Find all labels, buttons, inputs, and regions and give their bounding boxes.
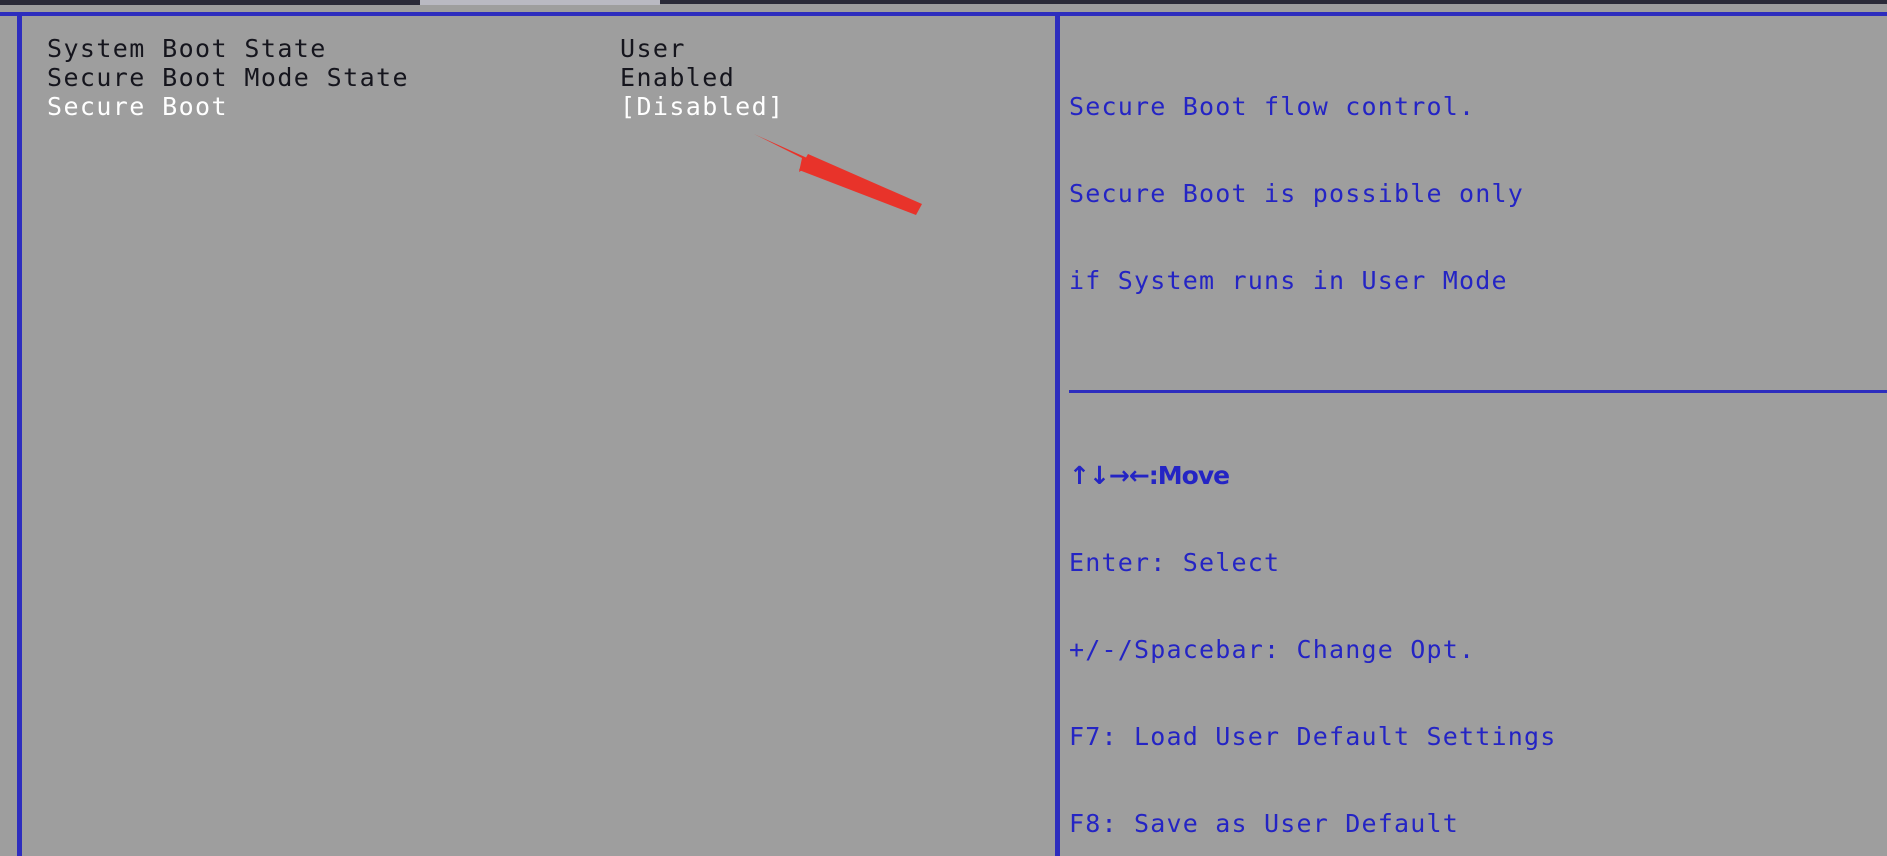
browser-tab-strip-left (0, 0, 420, 5)
help-line: Secure Boot flow control. (1069, 92, 1476, 121)
browser-tab-active (420, 0, 660, 5)
key-legend-enter: Enter: Select (1069, 548, 1281, 577)
help-line: if System runs in User Mode (1069, 266, 1508, 295)
key-legend-change-opt: +/-/Spacebar: Change Opt. (1069, 635, 1476, 664)
setting-row-secure-boot[interactable]: Secure Boot [Disabled] (22, 90, 1055, 124)
key-legend: ↑↓→←:Move Enter: Select +/-/Spacebar: Ch… (1069, 403, 1557, 856)
key-legend-f7: F7: Load User Default Settings (1069, 722, 1557, 751)
help-description: Secure Boot flow control. Secure Boot is… (1069, 34, 1524, 353)
help-line: Secure Boot is possible only (1069, 179, 1525, 208)
key-legend-move: ↑↓→←:Move (1069, 461, 1230, 490)
setting-label: Secure Boot (47, 92, 228, 121)
help-pane: Secure Boot flow control. Secure Boot is… (1060, 16, 1887, 856)
help-separator (1069, 390, 1887, 393)
key-legend-f8: F8: Save as User Default (1069, 809, 1460, 838)
bios-setup-screen: System Boot State User Secure Boot Mode … (0, 0, 1887, 856)
settings-pane: System Boot State User Secure Boot Mode … (22, 16, 1055, 856)
setting-value-secure-boot[interactable]: [Disabled] (620, 90, 785, 124)
browser-tab-strip-right (660, 0, 1887, 4)
